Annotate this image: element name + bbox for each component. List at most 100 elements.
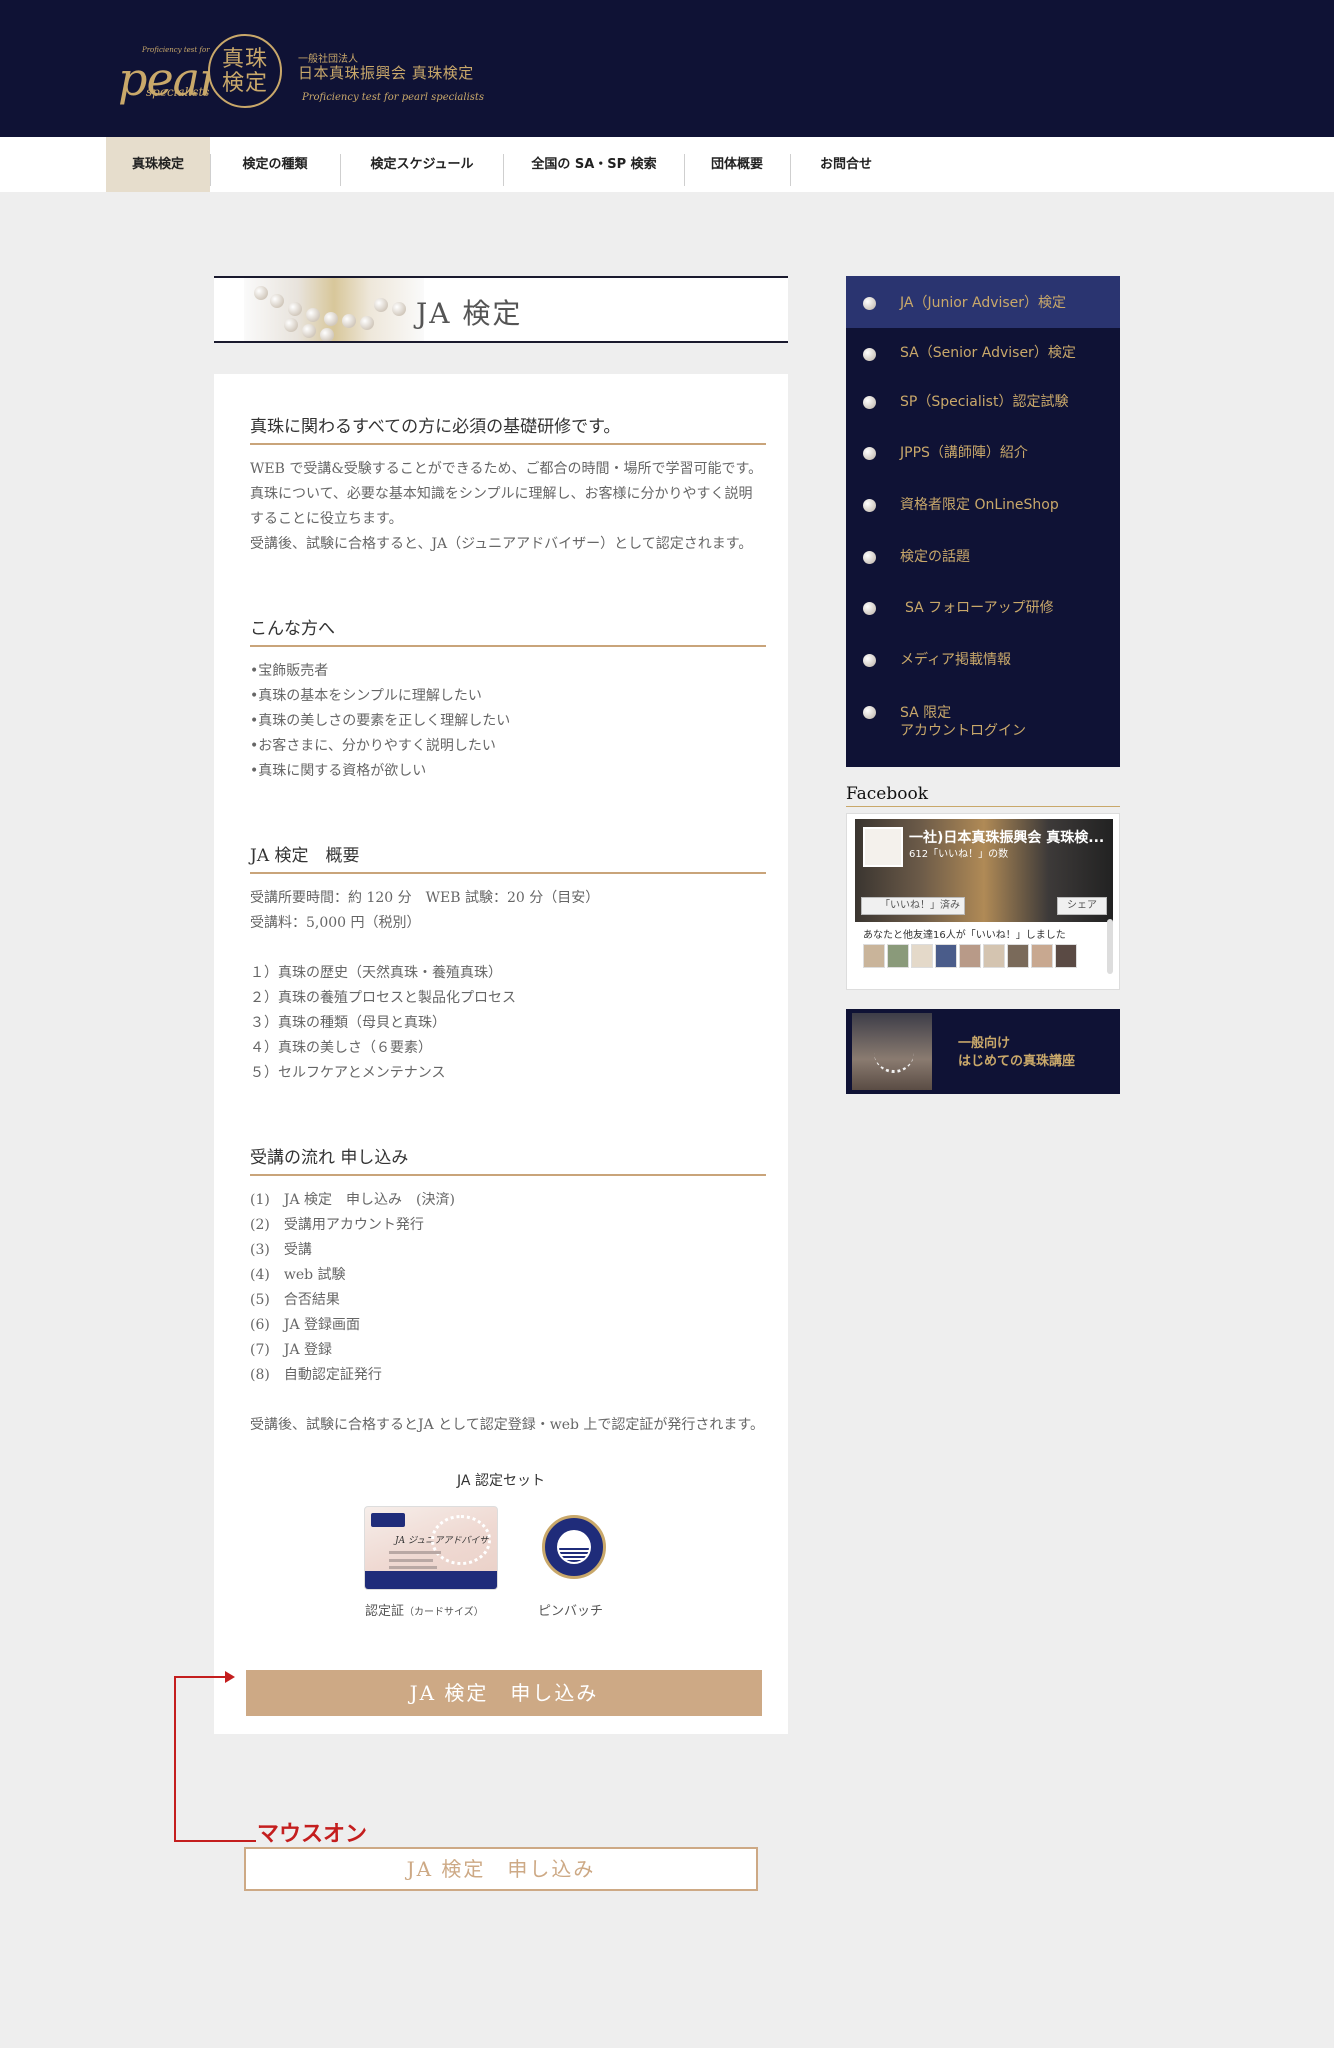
pin-badge-image: [542, 1515, 606, 1579]
list-item: (1) JA 検定 申し込み (決済): [250, 1192, 455, 1208]
list-item: (3) 受講: [250, 1242, 312, 1258]
sidebar-item-jpps[interactable]: JPPS（講師陣）紹介: [846, 432, 1120, 484]
apply-button-hover-state: JA 検定 申し込み: [244, 1847, 758, 1891]
list-item: (7) JA 登録: [250, 1342, 333, 1358]
text-line: 受講料：5,000 円（税別）: [250, 915, 421, 931]
list-item: ２）真珠の養殖プロセスと製品化プロセス: [250, 990, 516, 1006]
list-item: •宝飾販売者: [250, 663, 329, 679]
sidebar-item-topics[interactable]: 検定の話題: [846, 536, 1120, 588]
avatar[interactable]: [1055, 944, 1077, 968]
sidebar-item-label: 検定の話題: [900, 549, 970, 565]
avatar[interactable]: [935, 944, 957, 968]
list-item: •真珠の美しさの要素を正しく理解したい: [250, 713, 511, 729]
list-item: •真珠の基本をシンプルに理解したい: [250, 688, 482, 704]
sidebar-menu: JA（Junior Adviser）検定 SA（Senior Adviser）検…: [846, 276, 1120, 767]
apply-button[interactable]: JA 検定 申し込み: [246, 1670, 762, 1716]
list-item: •真珠に関する資格が欲しい: [250, 763, 427, 779]
pearl-bullet-icon: [863, 654, 876, 667]
list-item: (4) web 試験: [250, 1267, 346, 1283]
main-content: 真珠に関わるすべての方に必須の基礎研修です。 WEB で受講&受験することができ…: [214, 374, 788, 1734]
facebook-page-title[interactable]: 一社)日本真珠振興会 真珠検...: [909, 827, 1104, 847]
sidebar-item-sa-login[interactable]: SA 限定 アカウントログイン: [846, 692, 1120, 762]
avatar[interactable]: [983, 944, 1005, 968]
avatar[interactable]: [1031, 944, 1053, 968]
sidebar-item-media[interactable]: メディア掲載情報: [846, 640, 1120, 692]
facebook-widget[interactable]: 一社)日本真珠振興会 真珠検... 612「いいね！」の数 「いいね！」済み シ…: [846, 813, 1120, 990]
list-item: (5) 合否結果: [250, 1292, 340, 1308]
avatar[interactable]: [911, 944, 933, 968]
section-title-flow: 受講の流れ 申し込み: [250, 1143, 766, 1176]
banner-photo: [852, 1013, 932, 1090]
facebook-like-count: 612「いいね！」の数: [909, 849, 1009, 860]
logo-seal: 真珠 検定: [208, 34, 282, 108]
section-title-audience: こんな方へ: [250, 614, 766, 647]
certificate-caption-size: （カードサイズ）: [404, 1607, 484, 1618]
certificate-caption: 認定証（カードサイズ）: [365, 1600, 484, 1619]
sidebar-item-label: JPPS（講師陣）紹介: [900, 445, 1028, 461]
sidebar-item-shop[interactable]: 資格者限定 OnLineShop: [846, 484, 1120, 536]
list-item: (8) 自動認定証発行: [250, 1367, 382, 1383]
page-heading-banner: JA 検定: [214, 276, 788, 343]
avatar[interactable]: [887, 944, 909, 968]
sidebar-item-label: SP（Specialist）認定試験: [900, 394, 1069, 410]
sidebar-item-label: SA（Senior Adviser）検定: [900, 345, 1076, 361]
text-line: 真珠について、必要な基本知識をシンプルに理解し、お客様に分かりやすく説明: [250, 486, 753, 502]
section-audience-list: •宝飾販売者 •真珠の基本をシンプルに理解したい •真珠の美しさの要素を正しく理…: [250, 659, 780, 784]
section-intro-text: WEB で受講&受験することができるため、ご都合の時間・場所で学習可能です。 真…: [250, 457, 780, 557]
facebook-friend-avatars: [863, 944, 1083, 970]
pearl-bullet-icon: [863, 348, 876, 361]
sidebar-item-label: JA（Junior Adviser）検定: [900, 295, 1067, 311]
sidebar-item-followup[interactable]: SA フォローアップ研修: [846, 588, 1120, 640]
certificate-caption-label: 認定証: [365, 1604, 405, 1619]
facebook-like-button[interactable]: 「いいね！」済み: [861, 897, 965, 915]
text-line: 受講後、試験に合格するとJA として認定登録・web 上で認定証が発行されます。: [250, 1417, 765, 1433]
sidebar-item-label: 資格者限定 OnLineShop: [900, 497, 1059, 513]
nav-item-contact[interactable]: お問合せ: [791, 137, 901, 192]
avatar[interactable]: [863, 944, 885, 968]
pearl-bullet-icon: [863, 447, 876, 460]
facebook-heading: Facebook: [846, 784, 929, 804]
facebook-friends-text: あなたと他友達16人が「いいね！」しました: [863, 930, 1066, 941]
site-logo[interactable]: Proficiency test for pearl specialists 真…: [112, 30, 512, 116]
sidebar-item-ja[interactable]: JA（Junior Adviser）検定: [846, 276, 1120, 328]
sidebar-item-label: SA 限定 アカウントログイン: [900, 705, 1026, 739]
org-english-name: Proficiency test for pearl specialists: [302, 92, 485, 103]
list-item: ３）真珠の種類（母貝と真珠）: [250, 1015, 446, 1031]
site-header: Proficiency test for pearl specialists 真…: [0, 0, 1334, 137]
page-title: JA 検定: [416, 297, 523, 330]
facebook-divider: [846, 806, 1120, 807]
pearl-bullet-icon: [863, 297, 876, 310]
section-title-overview: JA 検定 概要: [250, 841, 766, 874]
pearl-bullet-icon: [863, 396, 876, 409]
text-line: することに役立ちます。: [250, 511, 403, 527]
beginner-course-banner[interactable]: 一般向け はじめての真珠講座: [846, 1009, 1120, 1094]
pearl-bullet-icon: [863, 602, 876, 615]
facebook-share-button[interactable]: シェア: [1057, 897, 1107, 915]
facebook-scrollbar[interactable]: [1107, 919, 1113, 974]
annotation-label: マウスオン: [257, 1822, 368, 1847]
section-title-intro: 真珠に関わるすべての方に必須の基礎研修です。: [250, 412, 766, 445]
sidebar-item-sp[interactable]: SP（Specialist）認定試験: [846, 380, 1120, 432]
banner-text: 一般向け はじめての真珠講座: [958, 1036, 1076, 1069]
list-item: ４）真珠の美しさ（６要素）: [250, 1040, 432, 1056]
logo-specialists: specialists: [146, 85, 210, 99]
nav-item-sa-sp-search[interactable]: 全国の SA・SP 検索: [504, 137, 684, 192]
nav-item-schedule[interactable]: 検定スケジュール: [341, 137, 503, 192]
nav-item-test-types[interactable]: 検定の種類: [211, 137, 339, 192]
nav-item-pearl-test[interactable]: 真珠検定: [106, 137, 210, 192]
section-overview-text: 受講所要時間：約 120 分 WEB 試験：20 分（目安） 受講料：5,000…: [250, 886, 780, 1086]
avatar[interactable]: [959, 944, 981, 968]
text-line: WEB で受講&受験することができるため、ご都合の時間・場所で学習可能です。: [250, 461, 763, 477]
annotation-line: [174, 1676, 176, 1842]
nav-item-about[interactable]: 団体概要: [685, 137, 789, 192]
pearl-bullet-icon: [863, 551, 876, 564]
avatar[interactable]: [1007, 944, 1029, 968]
pearl-banner-image: [244, 278, 424, 341]
org-name: 日本真珠振興会 真珠検定: [298, 64, 474, 82]
text-line: [250, 1388, 780, 1413]
pearl-bullet-icon: [863, 499, 876, 512]
sidebar-item-sa[interactable]: SA（Senior Adviser）検定: [846, 328, 1120, 380]
list-item: １）真珠の歴史（天然真珠・養殖真珠）: [250, 965, 502, 981]
list-item: (6) JA 登録画面: [250, 1317, 361, 1333]
annotation-line: [174, 1840, 256, 1842]
